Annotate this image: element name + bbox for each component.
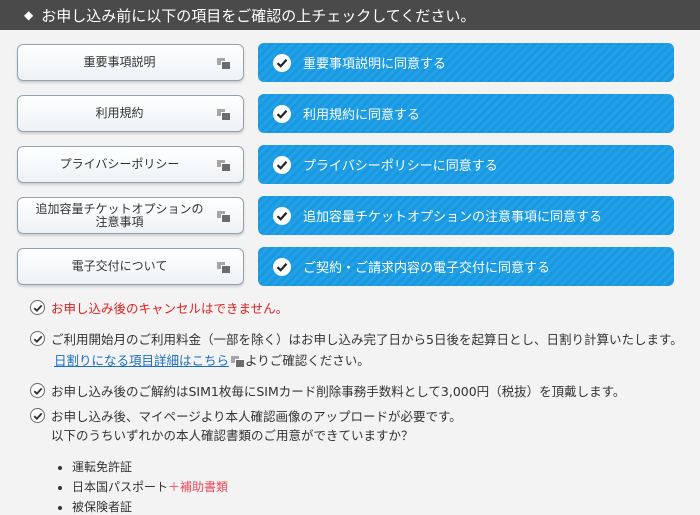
- agree-checkbox-privacy[interactable]: プライバシーポリシーに同意する: [258, 145, 674, 184]
- prorate-detail-link[interactable]: 日割りになる項目詳細はこちら: [54, 353, 229, 368]
- check-icon: [273, 155, 291, 174]
- notes-list: お申し込み後のキャンセルはできません。 ご利用開始月のご利用料金（一部を除く）は…: [0, 298, 700, 515]
- header-title: お申し込み前に以下の項目をご確認の上チェックしてください。: [41, 6, 476, 25]
- new-window-icon: [217, 160, 230, 171]
- new-window-icon: [217, 58, 230, 69]
- agree-label: 利用規約に同意する: [303, 108, 421, 123]
- doc-name: 被保険者証: [72, 500, 133, 514]
- note-text: お申し込み後、マイページより本人確認画像のアップロードが必要です。 以下のうちい…: [51, 406, 462, 444]
- doc-button-electronic-delivery[interactable]: 電子交付について: [17, 248, 244, 285]
- note-checkbox-cancel[interactable]: お申し込み後のキャンセルはできません。: [30, 298, 700, 317]
- list-item: 日本国パスポート＋補助書類: [72, 478, 700, 495]
- doc-button-label: 重要事項説明: [83, 55, 156, 69]
- list-item: 運転免許証: [72, 458, 700, 475]
- note-checkbox-cancel-fee[interactable]: お申し込み後のご解約はSIM1枚毎にSIMカード削除事務手数料として3,000円…: [30, 381, 700, 400]
- agreement-row: 追加容量チケットオプションの注意事項 追加容量チケットオプションの注意事項に同意…: [0, 196, 700, 235]
- new-window-icon: [217, 211, 230, 222]
- check-icon: [30, 383, 45, 398]
- agree-label: 追加容量チケットオプションの注意事項に同意する: [303, 210, 603, 225]
- identity-line-2: 以下のうちいずれかの本人確認書類のご用意ができていますか？: [51, 428, 414, 443]
- passport-extra: ＋補助書類: [168, 480, 229, 494]
- doc-name: 運転免許証: [72, 460, 133, 474]
- check-icon: [30, 408, 45, 423]
- list-item: 被保険者証: [72, 498, 700, 515]
- note-checkbox-identity[interactable]: お申し込み後、マイページより本人確認画像のアップロードが必要です。 以下のうちい…: [30, 406, 700, 444]
- agreement-row: 利用規約 利用規約に同意する: [0, 94, 700, 133]
- new-window-icon: [217, 109, 230, 120]
- doc-name: 日本国パスポート: [72, 480, 169, 494]
- agree-label: 重要事項説明に同意する: [303, 57, 447, 72]
- identity-line-1: お申し込み後、マイページより本人確認画像のアップロードが必要です。: [51, 409, 462, 424]
- doc-button-label: 追加容量チケットオプションの注意事項: [35, 201, 204, 229]
- agreement-row: 電子交付について ご契約・ご請求内容の電子交付に同意する: [0, 247, 700, 286]
- prorate-info: 日割りになる項目詳細はこちら よりご確認ください。: [54, 350, 700, 369]
- note-text: ご利用開始月のご利用料金（一部を除く）はお申し込み完了日から5日後を起算日とし、…: [51, 332, 683, 347]
- note-text: お申し込み後のキャンセルはできません。: [51, 301, 289, 316]
- check-icon: [273, 206, 291, 225]
- agree-label: プライバシーポリシーに同意する: [303, 159, 498, 174]
- check-icon: [273, 53, 291, 72]
- note-text: お申し込み後のご解約はSIM1枚毎にSIMカード削除事務手数料として3,000円…: [51, 384, 626, 399]
- agreement-row: プライバシーポリシー プライバシーポリシーに同意する: [0, 145, 700, 184]
- agree-checkbox-terms[interactable]: 利用規約に同意する: [258, 94, 674, 133]
- check-icon: [30, 331, 45, 346]
- prorate-after-text: よりご確認ください。: [245, 353, 370, 368]
- section-header: ◆ お申し込み前に以下の項目をご確認の上チェックしてください。: [0, 0, 700, 30]
- agree-label: ご契約・ご請求内容の電子交付に同意する: [303, 261, 551, 276]
- doc-button-label: プライバシーポリシー: [59, 157, 180, 171]
- new-window-icon: [217, 262, 230, 273]
- identity-doc-list: 運転免許証 日本国パスポート＋補助書類 被保険者証: [30, 458, 700, 515]
- doc-button-important-matters[interactable]: 重要事項説明: [17, 44, 244, 81]
- agree-checkbox-important-matters[interactable]: 重要事項説明に同意する: [258, 43, 674, 82]
- doc-button-label: 利用規約: [95, 106, 144, 120]
- check-icon: [273, 104, 291, 123]
- agreement-row: 重要事項説明 重要事項説明に同意する: [0, 43, 700, 82]
- doc-button-terms[interactable]: 利用規約: [17, 95, 244, 132]
- agreement-list: 重要事項説明 重要事項説明に同意する 利用規約 利用規約に同意する プライバシー…: [0, 30, 700, 286]
- doc-button-label: 電子交付について: [71, 259, 168, 273]
- doc-button-ticket-option[interactable]: 追加容量チケットオプションの注意事項: [17, 197, 244, 234]
- new-window-icon: [231, 356, 245, 367]
- note-checkbox-billing[interactable]: ご利用開始月のご利用料金（一部を除く）はお申し込み完了日から5日後を起算日とし、…: [30, 329, 700, 348]
- agree-checkbox-ticket-option[interactable]: 追加容量チケットオプションの注意事項に同意する: [258, 196, 674, 235]
- doc-button-privacy[interactable]: プライバシーポリシー: [17, 146, 244, 183]
- check-icon: [273, 257, 291, 276]
- check-icon: [30, 300, 45, 315]
- diamond-icon: ◆: [24, 8, 34, 22]
- agree-checkbox-electronic-delivery[interactable]: ご契約・ご請求内容の電子交付に同意する: [258, 247, 674, 286]
